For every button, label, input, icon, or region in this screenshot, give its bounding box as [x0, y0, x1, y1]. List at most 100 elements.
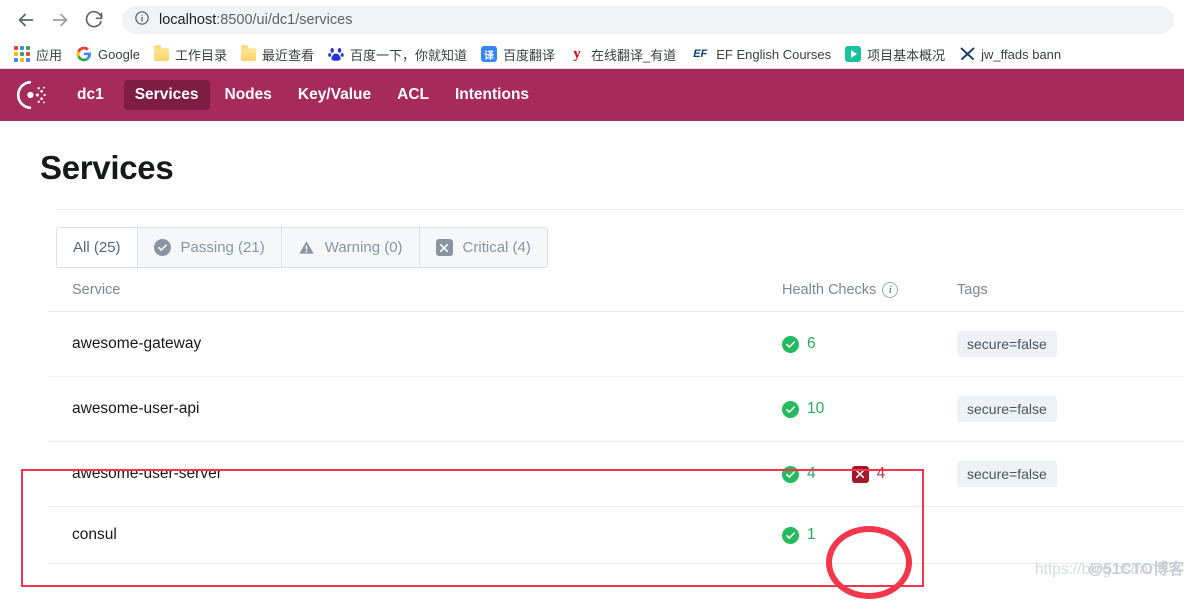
column-header-health-checks[interactable]: Health Checks i — [758, 268, 933, 312]
service-name[interactable]: awesome-user-api — [48, 376, 758, 442]
table-row[interactable]: awesome-user-server 4 4 secure=false — [48, 441, 1184, 507]
table-row[interactable]: awesome-user-api 10 secure=false — [48, 376, 1184, 442]
bookmark-jw-ffads[interactable]: jw_ffads bann — [952, 43, 1068, 65]
tag-chip[interactable]: secure=false — [957, 461, 1057, 487]
filter-label: Critical (4) — [462, 239, 531, 256]
arrow-right-icon — [49, 9, 71, 31]
column-header-tags[interactable]: Tags — [933, 268, 1184, 312]
tags-cell: secure=false — [933, 441, 1184, 507]
page-title: Services — [40, 149, 174, 186]
datacenter-selector[interactable]: dc1 — [66, 80, 120, 110]
forward-button[interactable] — [44, 4, 76, 36]
bookmark-youdao[interactable]: y 在线翻译_有道 — [562, 42, 683, 67]
play-icon — [845, 46, 862, 62]
bookmark-project-overview[interactable]: 项目基本概况 — [838, 42, 952, 67]
service-name[interactable]: awesome-gateway — [48, 311, 758, 377]
service-name[interactable]: awesome-user-server — [48, 441, 758, 507]
browser-toolbar: localhost:8500/ui/dc1/services — [0, 0, 1184, 40]
warning-triangle-icon — [298, 239, 315, 256]
crossed-sticks-icon — [959, 46, 975, 62]
bookmark-label: jw_ffads bann — [981, 46, 1062, 62]
health-checks-cell: 6 — [758, 311, 933, 377]
bookmark-label: Google — [98, 46, 140, 62]
column-header-health-label: Health Checks — [782, 282, 877, 298]
bookmark-label: EF English Courses — [716, 46, 832, 62]
check-circle-green-icon — [782, 400, 799, 418]
passing-checks: 10 — [782, 400, 824, 418]
nav-item-key-value[interactable]: Key/Value — [287, 80, 382, 110]
filter-label: Passing (21) — [180, 239, 265, 256]
filter-tab-all[interactable]: All (25) — [57, 228, 138, 267]
filter-tab-warning[interactable]: Warning (0) — [281, 228, 420, 267]
apps-grid-icon — [14, 46, 30, 62]
tags-cell — [933, 506, 1184, 564]
health-checks-cell: 10 — [758, 376, 933, 442]
url-host: localhost — [159, 12, 217, 28]
folder-icon — [240, 44, 256, 61]
bookmarks-bar: 应用 Google 工作目录 最近查看 百度一下，你就知道 译 百度翻译 y 在… — [0, 40, 1184, 69]
passing-count: 6 — [807, 335, 816, 352]
critical-count: 4 — [876, 465, 886, 482]
watermark-text-2: @51CTO博客 — [1088, 561, 1184, 578]
bookmark-google[interactable]: Google — [69, 43, 147, 65]
bookmark-work-folder[interactable]: 工作目录 — [147, 42, 234, 67]
bookmark-label: 项目基本概况 — [867, 47, 946, 63]
service-name[interactable]: consul — [48, 506, 758, 564]
passing-count: 4 — [807, 465, 816, 482]
x-square-icon — [435, 239, 453, 256]
passing-count: 1 — [807, 526, 816, 543]
bookmark-label: 最近查看 — [261, 47, 314, 63]
nav-item-acl[interactable]: ACL — [386, 80, 440, 110]
reload-button[interactable] — [78, 4, 110, 36]
bookmark-apps[interactable]: 应用 — [7, 42, 69, 67]
reload-icon — [84, 10, 104, 30]
tags-cell: secure=false — [933, 311, 1184, 377]
bookmark-label: 应用 — [36, 47, 63, 63]
nav-item-intentions[interactable]: Intentions — [444, 80, 540, 110]
google-g-icon — [76, 46, 92, 62]
column-header-service[interactable]: Service — [48, 268, 758, 312]
services-table: Service Health Checks i Tags awesome-gat… — [48, 268, 1184, 564]
url-text: localhost:8500/ui/dc1/services — [159, 12, 352, 28]
nav-item-services[interactable]: Services — [123, 80, 210, 110]
back-button[interactable] — [10, 4, 42, 36]
bookmark-label: 工作目录 — [174, 47, 227, 63]
consul-logo-icon[interactable] — [14, 78, 48, 112]
health-checks-cell: 4 4 — [758, 441, 933, 507]
browser-chrome: localhost:8500/ui/dc1/services 应用 Google — [0, 0, 1184, 69]
passing-checks: 4 — [782, 465, 816, 483]
passing-count: 10 — [807, 400, 825, 417]
nav-item-nodes[interactable]: Nodes — [214, 80, 283, 110]
bookmark-label: 在线翻译_有道 — [591, 47, 677, 63]
services-page: Services All (25) Passing (21) Warning (… — [0, 121, 1184, 599]
table-row[interactable]: consul 1 — [48, 506, 1184, 564]
passing-checks: 6 — [782, 335, 816, 353]
filter-label: Warning (0) — [324, 239, 403, 256]
bookmark-recent-folder[interactable]: 最近查看 — [234, 42, 321, 67]
watermark: https://blog.csdn.@51CTO博客 — [1035, 557, 1184, 579]
folder-icon — [153, 44, 169, 61]
tag-chip[interactable]: secure=false — [957, 331, 1057, 357]
info-icon[interactable]: i — [882, 282, 899, 298]
bookmark-ef[interactable]: EF EF English Courses — [683, 43, 838, 65]
tag-chip[interactable]: secure=false — [957, 396, 1057, 422]
baidu-paw-icon — [328, 46, 344, 62]
youdao-y-icon: y — [573, 45, 581, 62]
filter-tab-critical[interactable]: Critical (4) — [419, 228, 547, 267]
health-checks-cell: 1 — [758, 506, 933, 564]
page-info-icon[interactable] — [134, 10, 150, 31]
health-filter-group: All (25) Passing (21) Warning (0) Critic… — [56, 227, 548, 268]
critical-checks: 4 — [851, 465, 886, 483]
check-circle-green-icon — [782, 335, 799, 353]
bookmark-baidu[interactable]: 百度一下，你就知道 — [321, 42, 474, 67]
filter-strip: All (25) Passing (21) Warning (0) Critic… — [56, 209, 1184, 268]
address-bar[interactable]: localhost:8500/ui/dc1/services — [122, 6, 1174, 34]
table-row[interactable]: awesome-gateway 6 secure=false — [48, 311, 1184, 377]
tags-cell: secure=false — [933, 376, 1184, 442]
bookmark-label: 百度翻译 — [502, 47, 555, 63]
filter-tab-passing[interactable]: Passing (21) — [137, 228, 282, 267]
url-path: :8500/ui/dc1/services — [216, 12, 353, 28]
bookmark-baidu-translate[interactable]: 译 百度翻译 — [474, 42, 562, 67]
table-header-row: Service Health Checks i Tags — [48, 268, 1184, 312]
check-circle-green-icon — [782, 465, 799, 483]
